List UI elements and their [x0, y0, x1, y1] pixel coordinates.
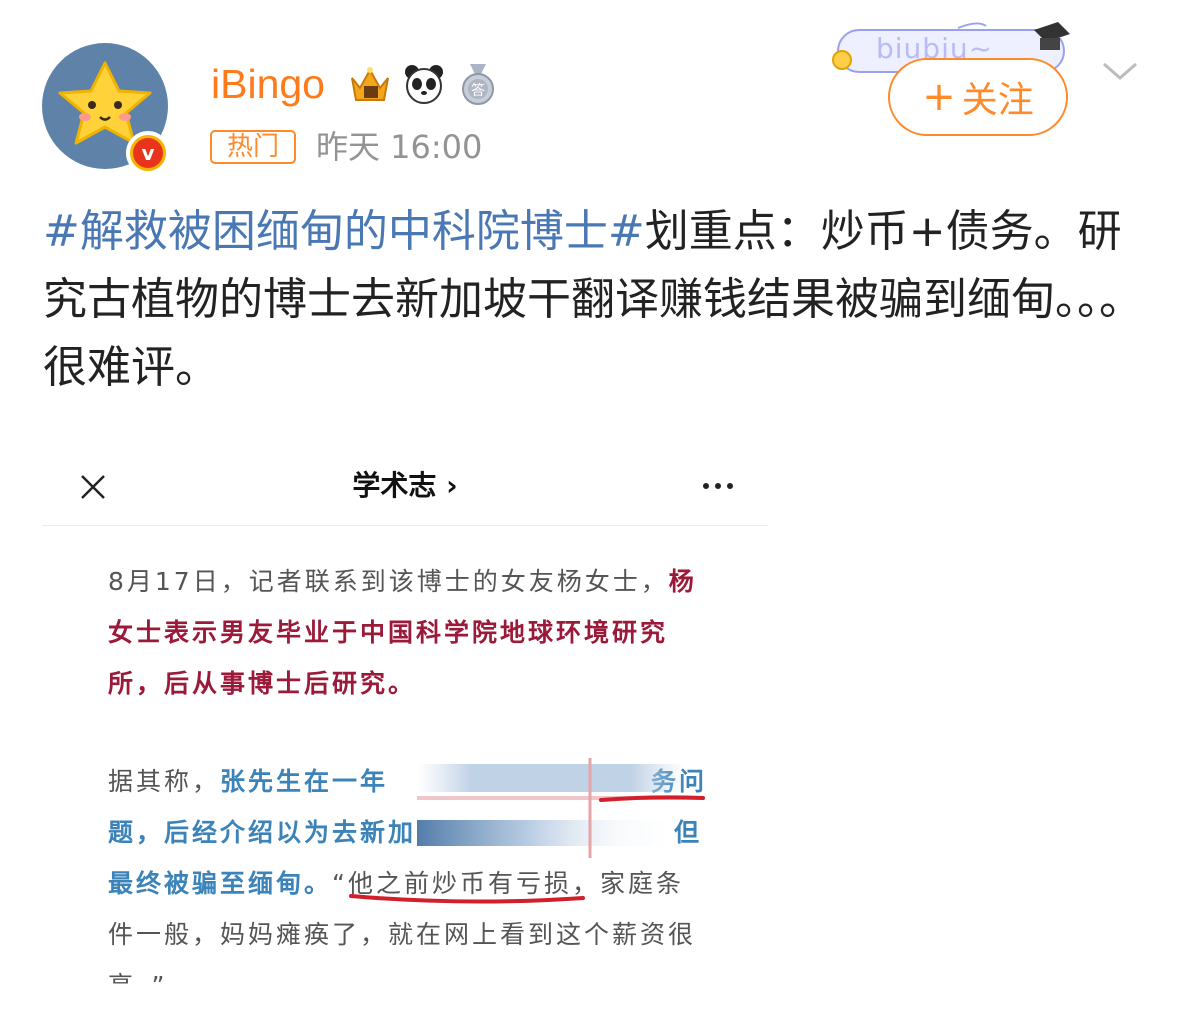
- p2-blue-b: 题，后经介绍以为去新加: [108, 818, 417, 847]
- p2-plain: 据其称，: [108, 767, 221, 796]
- answer-medal-icon[interactable]: 答: [454, 60, 502, 108]
- title-chevron-icon: ›: [446, 469, 458, 502]
- red-underline-1: [599, 795, 705, 802]
- p2-blue-a: 张先生在一年: [220, 767, 389, 796]
- embedded-topbar: 学术志 ›: [42, 450, 768, 526]
- p2-blue-c: 最终被骗至缅甸。: [108, 869, 333, 898]
- red-underline-2: [349, 894, 585, 904]
- topic-link[interactable]: #解救被困缅甸的中科院博士#: [43, 206, 645, 257]
- embedded-title: 学术志 ›: [42, 468, 768, 504]
- verified-badge: v: [126, 131, 170, 175]
- embedded-paragraph-1: 8月17日，记者联系到该博士的女友杨女士，杨女士表示男友毕业于中国科学院地球环境…: [108, 556, 708, 709]
- hot-tag: 热门: [210, 130, 296, 164]
- follow-label: 关注: [961, 80, 1034, 121]
- user-badges: 答: [346, 60, 502, 108]
- p2-line-3: 最终被骗至缅甸。“他之前炒币有亏损，家庭条件一般，妈妈瘫痪了，就在网上看到这个薪…: [108, 858, 708, 985]
- follow-button[interactable]: + 关注: [888, 58, 1068, 136]
- username[interactable]: iBingo: [211, 58, 325, 110]
- post-text: #解救被困缅甸的中科院博士#划重点：炒币+债务。研究古植物的博士去新加坡干翻译赚…: [43, 198, 1143, 402]
- svg-text:答: 答: [471, 82, 485, 99]
- p1-plain: 8月17日，记者联系到该博士的女友杨女士，: [108, 567, 669, 596]
- verified-mark: v: [133, 138, 163, 168]
- post-timestamp: 昨天 16:00: [316, 128, 483, 166]
- panda-badge-icon[interactable]: [400, 60, 448, 108]
- plus-icon: +: [922, 74, 956, 120]
- chevron-down-icon[interactable]: [1100, 56, 1140, 86]
- embedded-screenshot[interactable]: 学术志 › 8月17日，记者联系到该博士的女友杨女士，杨女士表示男友毕业于中国科…: [42, 450, 768, 985]
- crown-badge-icon[interactable]: [346, 60, 394, 108]
- embedded-title-text: 学术志: [352, 469, 437, 502]
- redaction-blur: [417, 758, 701, 858]
- more-icon: [703, 483, 733, 489]
